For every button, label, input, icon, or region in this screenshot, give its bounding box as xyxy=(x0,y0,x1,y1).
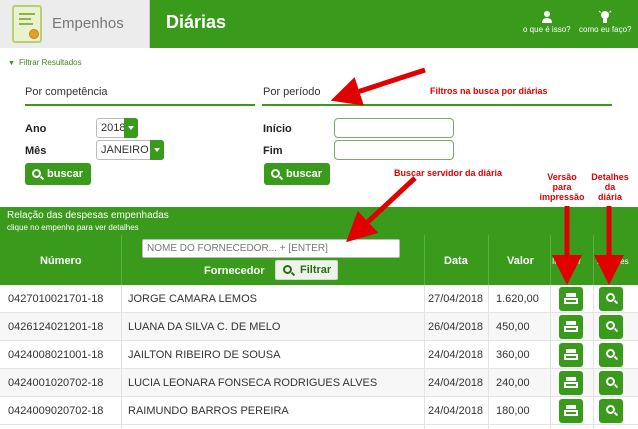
annotation-filtros: Filtros na busca por diárias xyxy=(430,86,548,96)
annotation-buscar-servidor: Buscar servidor da diária xyxy=(394,168,503,178)
annotation-detalhes-diaria: Detalhes da diária xyxy=(591,172,629,202)
annotation-arrows xyxy=(330,67,624,285)
annotation-versao-impressao: Versão para impressão xyxy=(539,172,585,202)
